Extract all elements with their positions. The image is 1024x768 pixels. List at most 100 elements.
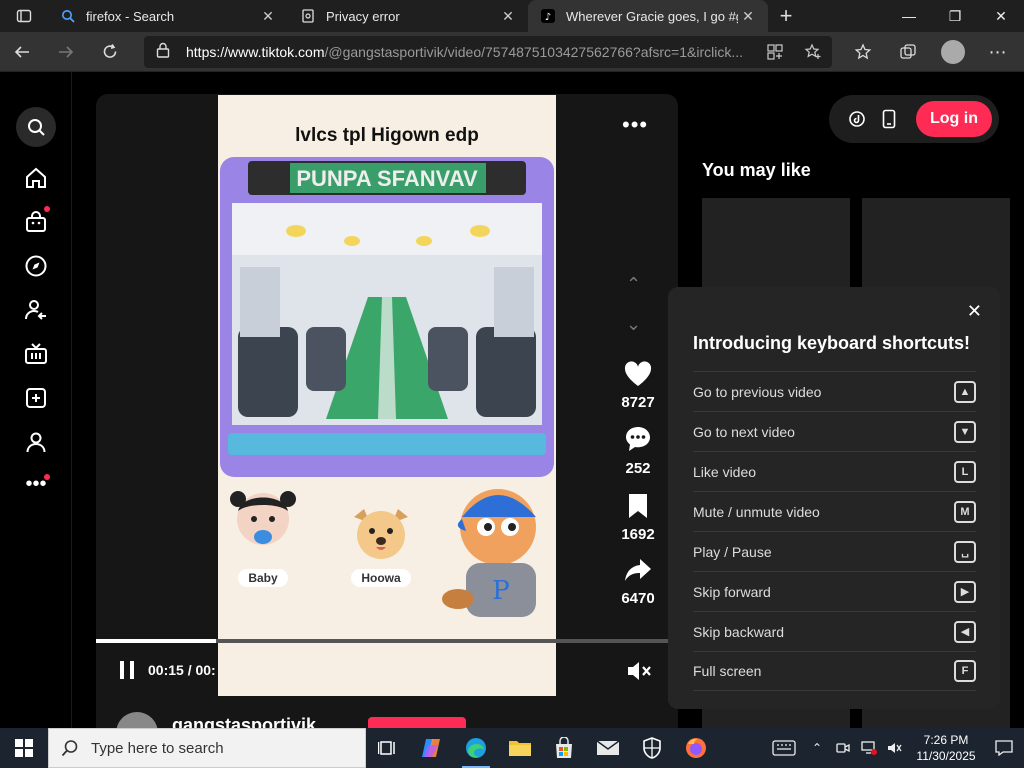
share-arrow-icon [625, 559, 651, 581]
new-tab-button[interactable]: + [768, 0, 804, 32]
nav-more[interactable]: ••• [16, 464, 56, 504]
tab-actions-button[interactable] [0, 0, 48, 32]
start-button[interactable] [0, 728, 48, 768]
shortcut-row: Play / Pause ␣ [693, 531, 976, 571]
maximize-button[interactable]: ❐ [932, 0, 978, 32]
taskbar-search[interactable]: Type here to search [48, 728, 366, 768]
svg-text:P: P [492, 576, 510, 606]
shortcut-row: Go to next video ▼ [693, 411, 976, 451]
tab-privacy-error[interactable]: Privacy error ✕ [288, 0, 528, 32]
video-frame[interactable]: lvlcs tpl Higown edp PUNPA SFANVAV Baby [218, 95, 556, 696]
nav-upload[interactable] [16, 378, 56, 418]
store-button[interactable] [542, 728, 586, 768]
bookmark-icon [629, 494, 647, 518]
nav-following[interactable] [16, 290, 56, 330]
close-window-button[interactable]: ✕ [978, 0, 1024, 32]
notification-dot [44, 206, 50, 212]
mail-button[interactable] [586, 728, 630, 768]
share-count: 6470 [621, 590, 655, 607]
keyboard-layout-icon[interactable] [764, 740, 804, 756]
user-follow-icon [25, 300, 46, 320]
key-right-icon: ▶ [954, 580, 976, 603]
previous-video-button[interactable]: ⌃ [626, 274, 641, 295]
close-icon[interactable]: ✕ [498, 6, 518, 26]
chevron-up-icon[interactable]: ⌃ [804, 741, 830, 755]
tab-title: Wherever Gracie goes, I go #ger [566, 8, 738, 24]
address-bar[interactable]: https://www.tiktok.com/@gangstasportivik… [144, 36, 832, 68]
save-count: 1692 [621, 526, 655, 543]
edge-browser-button[interactable] [454, 728, 498, 768]
collections-icon[interactable] [885, 32, 930, 72]
store-icon [556, 737, 572, 758]
shortcut-row: Go to previous video ▲ [693, 371, 976, 411]
more-options-button[interactable]: ••• [622, 112, 648, 138]
nav-live[interactable] [16, 334, 56, 374]
progress-bar-fill [96, 639, 216, 643]
shopping-bag-icon [26, 211, 46, 232]
document-icon [300, 8, 316, 24]
meet-now-icon[interactable] [830, 741, 856, 755]
like-count: 8727 [621, 394, 655, 411]
security-button[interactable] [630, 728, 674, 768]
firefox-icon [686, 738, 706, 758]
network-icon[interactable] [856, 741, 882, 755]
minimize-button[interactable]: — [886, 0, 932, 32]
mail-icon [596, 740, 620, 755]
close-icon[interactable]: ✕ [967, 301, 982, 322]
get-app-icon[interactable] [873, 103, 905, 135]
copilot-button[interactable] [410, 728, 454, 768]
character-label: Baby [238, 569, 288, 587]
tab-firefox-search[interactable]: firefox - Search ✕ [48, 0, 288, 32]
file-explorer-button[interactable] [498, 728, 542, 768]
compass-icon [25, 255, 47, 277]
refresh-icon [103, 43, 117, 58]
app-available-icon[interactable] [756, 43, 794, 61]
nav-shop[interactable] [16, 202, 56, 242]
next-video-button[interactable]: ⌄ [626, 314, 641, 335]
back-button[interactable] [0, 32, 44, 72]
share-action[interactable]: 6470 [606, 556, 670, 607]
folder-icon [509, 741, 531, 756]
lock-icon [156, 42, 176, 63]
favorites-icon[interactable] [840, 32, 885, 72]
search-button[interactable] [16, 107, 56, 147]
add-favorite-icon[interactable] [794, 43, 832, 61]
like-action[interactable]: 8727 [606, 360, 670, 411]
tab-tiktok-video[interactable]: ♪ Wherever Gracie goes, I go #ger ✕ [528, 0, 768, 32]
settings-more-icon[interactable]: ⋯ [975, 32, 1020, 72]
clock-date: 11/30/2025 [916, 749, 976, 763]
close-icon[interactable]: ✕ [258, 6, 278, 26]
coin-icon[interactable] [841, 103, 873, 135]
save-action[interactable]: 1692 [606, 492, 670, 543]
notifications-icon[interactable] [984, 740, 1024, 756]
nav-explore[interactable] [16, 246, 56, 286]
nav-profile[interactable] [16, 422, 56, 462]
key-down-icon: ▼ [954, 420, 976, 443]
comment-count: 252 [625, 460, 651, 477]
forward-button[interactable] [44, 32, 88, 72]
pause-button[interactable] [118, 660, 136, 685]
firefox-button[interactable] [674, 728, 718, 768]
svg-text:♪: ♪ [545, 12, 551, 23]
system-tray: ⌃ 7:26 PM 11/30/2025 [764, 728, 1024, 768]
character-baby: Baby [230, 485, 296, 587]
profile-avatar-button[interactable] [930, 32, 975, 72]
login-button[interactable]: Log in [916, 101, 992, 137]
keyboard-shortcuts-title: Introducing keyboard shortcuts! [693, 333, 971, 353]
arrow-left-icon [14, 45, 29, 58]
close-icon[interactable]: ✕ [738, 6, 758, 26]
shortcut-row: Skip forward ▶ [693, 571, 976, 611]
nav-home[interactable] [16, 158, 56, 198]
reload-button[interactable] [88, 32, 132, 72]
shortcut-row: Skip backward ◀ [693, 611, 976, 651]
task-view-button[interactable] [366, 728, 410, 768]
mute-button[interactable] [626, 660, 652, 687]
key-up-icon: ▲ [954, 380, 976, 403]
clock[interactable]: 7:26 PM 11/30/2025 [908, 732, 984, 764]
tab-title: Privacy error [326, 8, 400, 24]
comment-action[interactable]: 252 [606, 424, 670, 477]
key-space-icon: ␣ [954, 540, 976, 563]
tiktok-page: ••• lvlcs tpl Higown edp PUNPA SFANVAV B… [0, 72, 1024, 754]
video-time: 00:15 / 00: [148, 662, 216, 678]
volume-icon[interactable] [882, 741, 908, 755]
